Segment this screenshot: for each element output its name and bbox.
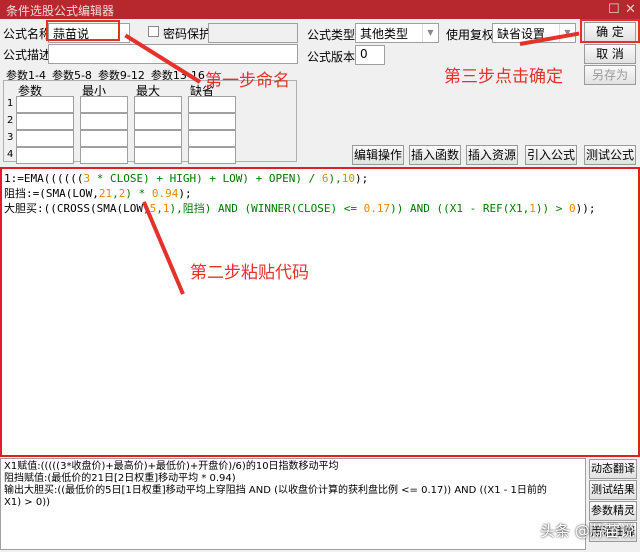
save-as-button[interactable]: 另存为 xyxy=(584,65,636,85)
step1-annotation: 第一步命名 xyxy=(205,71,290,91)
param-cell[interactable] xyxy=(188,147,236,164)
step2-annotation: 第二步粘贴代码 xyxy=(190,263,309,283)
code-token: ) * xyxy=(125,187,152,200)
code-token: 0.94 xyxy=(151,187,179,200)
type-value: 其他类型 xyxy=(360,27,409,41)
code-token: 6 xyxy=(321,172,329,185)
test-formula-button[interactable]: 测试公式 xyxy=(584,145,636,165)
type-select[interactable]: 其他类型 ▼ xyxy=(355,23,439,43)
param-cell[interactable] xyxy=(16,130,74,147)
param-cell[interactable] xyxy=(134,147,182,164)
code-token: 1 xyxy=(529,202,536,215)
param-cell[interactable] xyxy=(188,96,236,113)
param-cell[interactable] xyxy=(188,130,236,147)
step3-highlight xyxy=(580,19,640,43)
param-cell[interactable] xyxy=(80,96,128,113)
param-row-number: 3 xyxy=(7,132,14,143)
translation-line: X1赋值:(((((3*收盘价)+最高价)+最低价)+开盘价)/6)的10日指数… xyxy=(4,461,339,472)
version-input[interactable]: 0 xyxy=(355,45,385,65)
param-row-number: 2 xyxy=(7,115,14,126)
param-cell[interactable] xyxy=(80,130,128,147)
code-token: ), xyxy=(328,172,342,185)
code-token: 10 xyxy=(341,172,356,185)
password-checkbox[interactable] xyxy=(148,26,159,37)
rights-label: 使用复权 xyxy=(446,28,495,42)
code-token: 大胆买:((CROSS(SMA(LOW, xyxy=(4,202,150,215)
code-token: 0 xyxy=(568,202,576,215)
param-cell[interactable] xyxy=(134,96,182,113)
close-icon[interactable]: ✕ xyxy=(625,2,636,17)
step1-highlight xyxy=(46,20,120,41)
window-title: 条件选股公式编辑器 xyxy=(6,4,115,18)
code-token: 21 xyxy=(98,187,113,200)
password-label: 密码保护 xyxy=(163,27,212,41)
param-table: 参数 最小 最大 缺省 1234 xyxy=(3,80,297,164)
code-token: , xyxy=(156,202,163,215)
side-button[interactable]: 动态翻译 xyxy=(589,459,637,479)
name-label: 公式名称 xyxy=(3,27,52,41)
desc-label: 公式描述 xyxy=(3,48,52,62)
param-cell[interactable] xyxy=(80,113,128,130)
side-button[interactable]: 参数精灵 xyxy=(589,501,637,521)
code-token: 1:=EMA(((((( xyxy=(4,172,84,185)
code-token: ),阻挡) AND (WINNER(CLOSE) <= xyxy=(169,202,364,215)
desc-input[interactable] xyxy=(48,44,298,64)
chevron-down-icon[interactable]: ▼ xyxy=(422,24,438,42)
param-cell[interactable] xyxy=(80,147,128,164)
translation-line: X1) > 0)) xyxy=(4,497,51,508)
insert-function-button[interactable]: 插入函数 xyxy=(409,145,461,165)
code-token: 阻挡:=(SMA(LOW, xyxy=(4,187,99,200)
import-formula-button[interactable]: 引入公式 xyxy=(525,145,577,165)
maximize-icon[interactable]: ☐ xyxy=(608,2,620,17)
watermark: 头条 @蒜苗说 xyxy=(540,522,635,540)
step3-annotation: 第三步点击确定 xyxy=(444,67,563,87)
type-label: 公式类型 xyxy=(307,28,356,42)
password-input[interactable] xyxy=(208,23,298,43)
code-line: 大胆买:((CROSS(SMA(LOW,5,1),阻挡) AND (WINNER… xyxy=(4,201,636,216)
code-token: )) > xyxy=(535,202,569,215)
param-cell[interactable] xyxy=(16,113,74,130)
param-cell[interactable] xyxy=(134,130,182,147)
code-token: * CLOSE) + HIGH) + LOW) + OPEN) / xyxy=(90,172,322,185)
title-bar: 条件选股公式编辑器 xyxy=(0,0,640,19)
param-cell[interactable] xyxy=(16,147,74,164)
code-token: ); xyxy=(178,187,192,200)
param-row-number: 1 xyxy=(7,98,14,109)
translation-line: 输出大胆买:((最低价的5日[1日权重]移动平均上穿阻挡 AND (以收盘价计算… xyxy=(4,485,547,496)
translation-line: 阻挡赋值:(最低价的21日[2日权重]移动平均 * 0.94) xyxy=(4,473,236,484)
param-row-number: 4 xyxy=(7,149,14,160)
edit-ops-button[interactable]: 编辑操作 xyxy=(352,145,404,165)
cancel-button[interactable]: 取 消 xyxy=(584,44,636,64)
code-line: 阻挡:=(SMA(LOW,21,2) * 0.94); xyxy=(4,186,636,201)
code-token: )) AND ((X1 - REF(X1, xyxy=(390,202,530,215)
version-label: 公式版本 xyxy=(307,50,356,64)
param-cell[interactable] xyxy=(134,113,182,130)
code-editor[interactable]: 1:=EMA((((((3 * CLOSE) + HIGH) + LOW) + … xyxy=(0,167,640,457)
code-token: )); xyxy=(575,202,596,215)
translation-panel: X1赋值:(((((3*收盘价)+最高价)+最低价)+开盘价)/6)的10日指数… xyxy=(0,458,586,550)
code-token: , xyxy=(112,187,119,200)
insert-resource-button[interactable]: 插入资源 xyxy=(466,145,518,165)
code-line: 1:=EMA((((((3 * CLOSE) + HIGH) + LOW) + … xyxy=(4,171,636,186)
code-token: 0.17 xyxy=(363,202,391,215)
param-cell[interactable] xyxy=(16,96,74,113)
code-token: ); xyxy=(355,172,369,185)
param-cell[interactable] xyxy=(188,113,236,130)
side-button[interactable]: 测试结果 xyxy=(589,480,637,500)
